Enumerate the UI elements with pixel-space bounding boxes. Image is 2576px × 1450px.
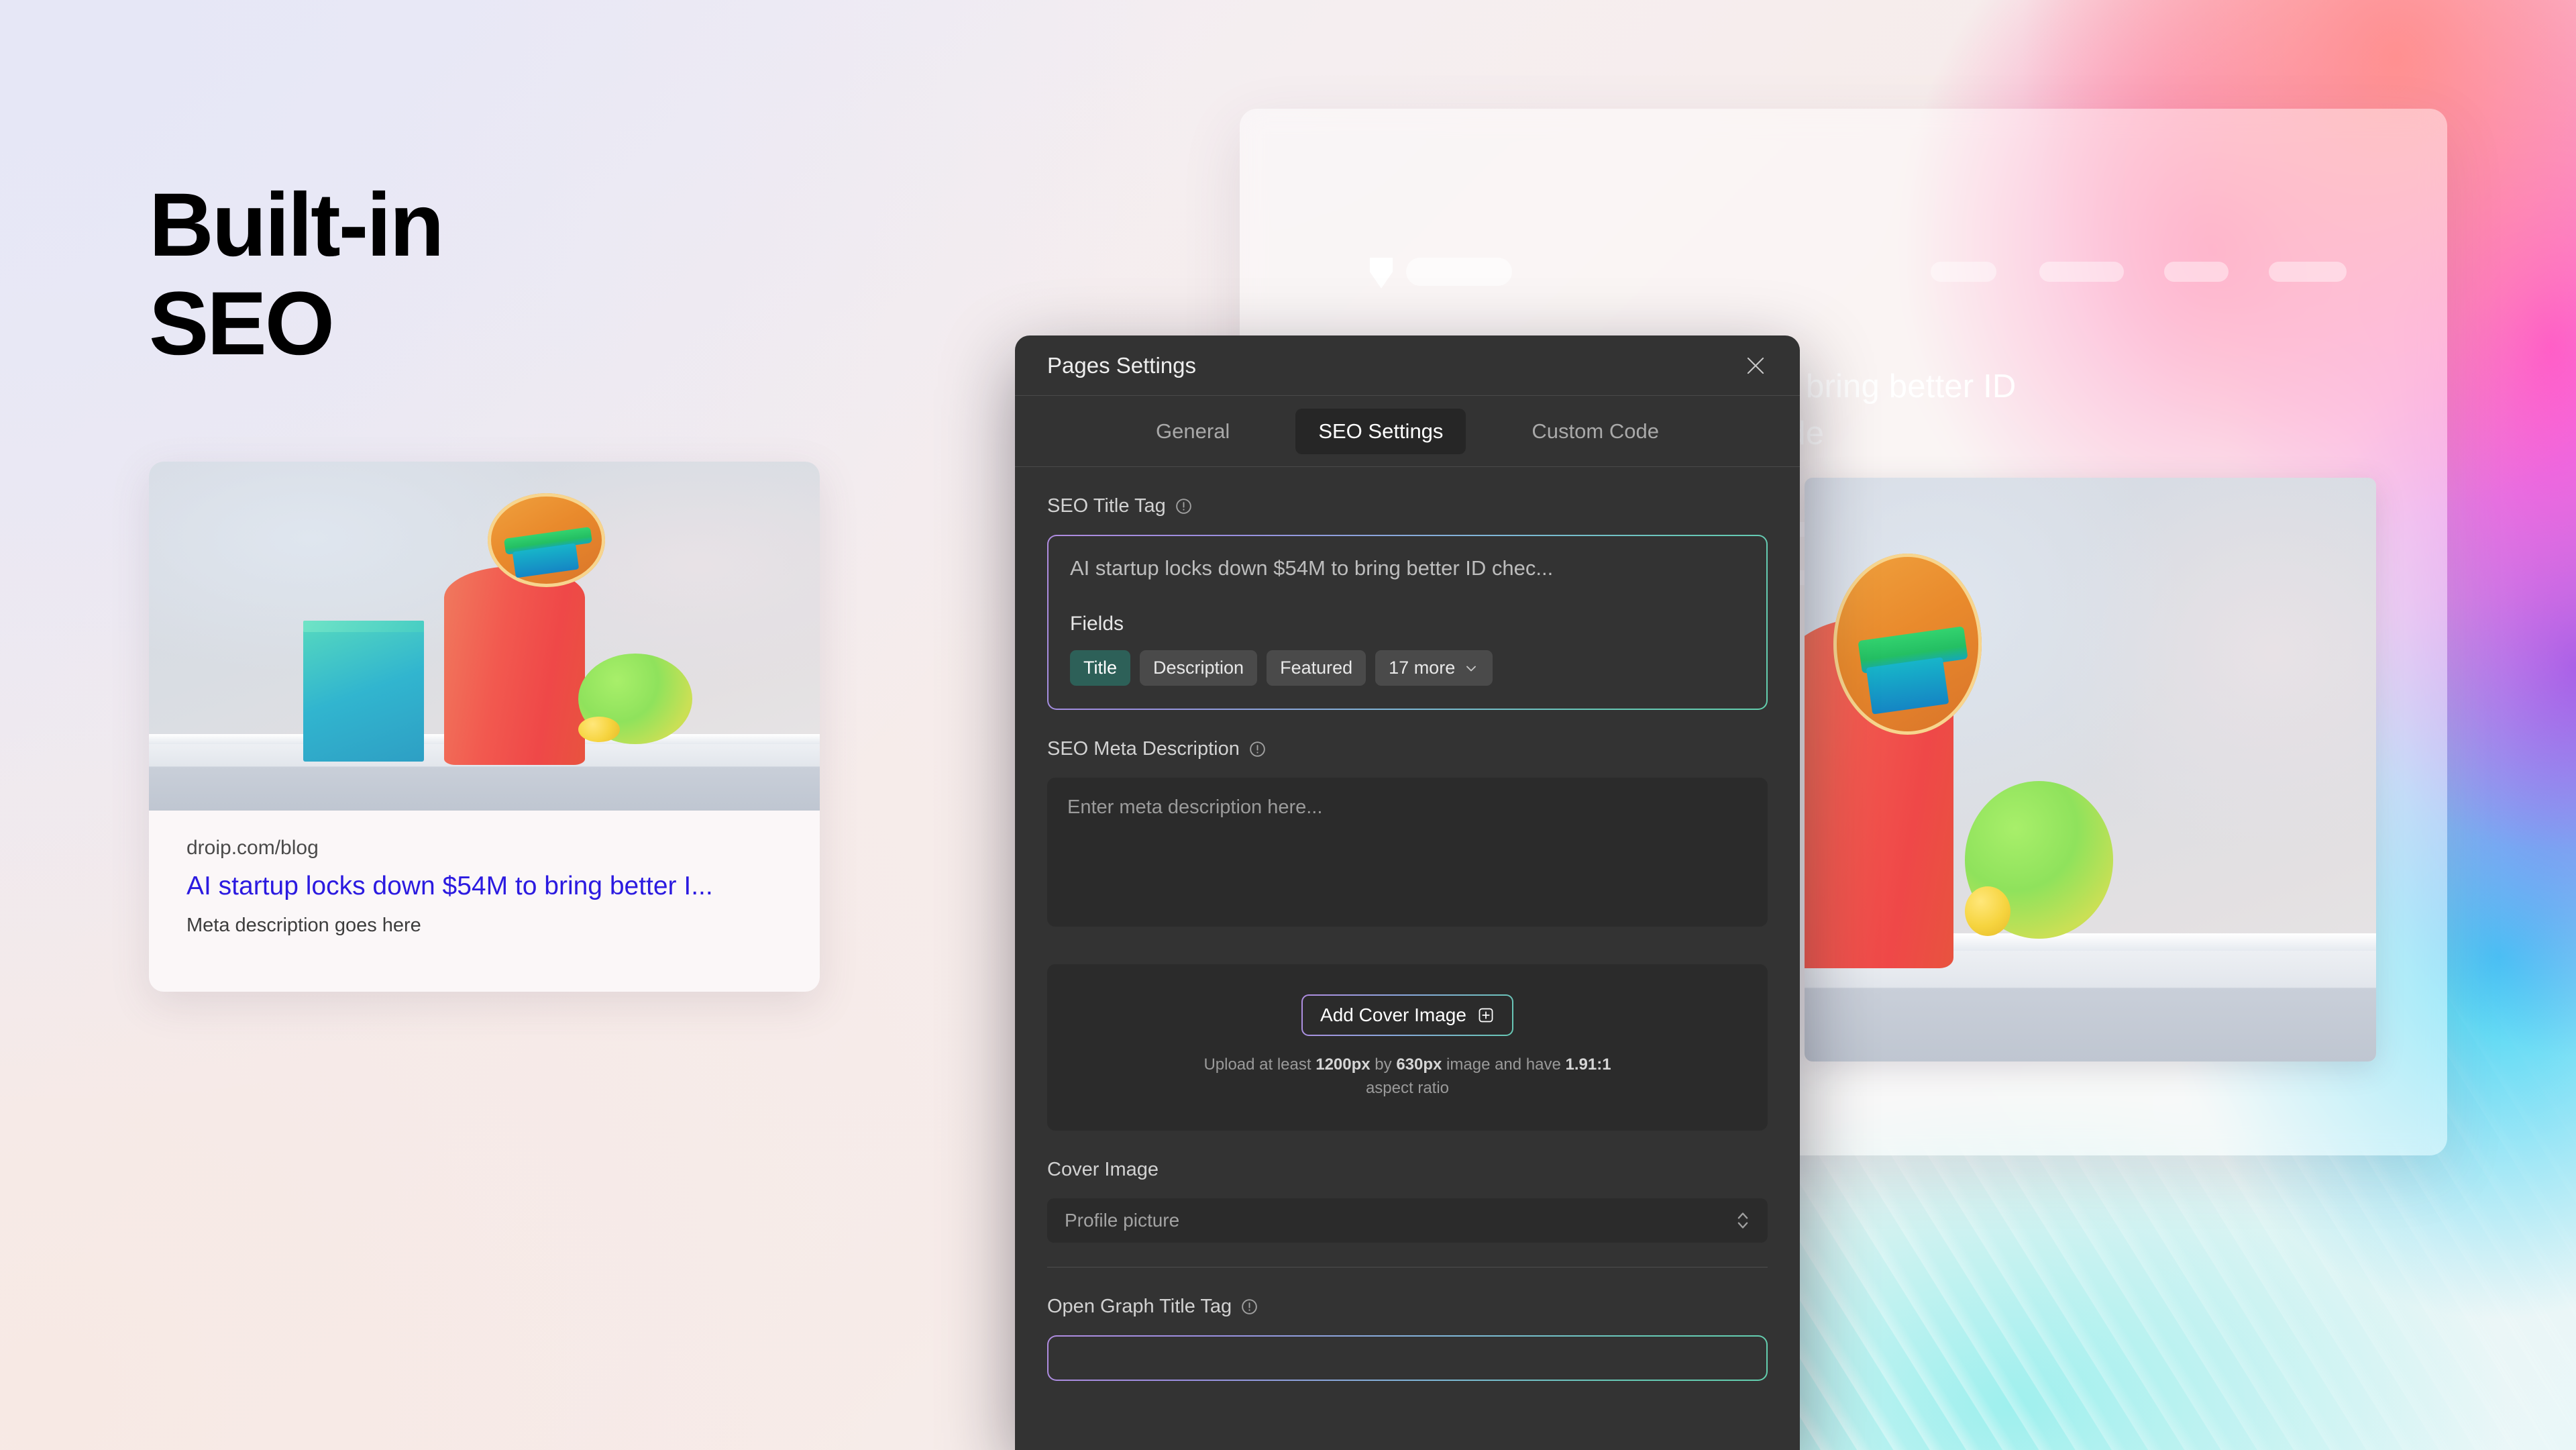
chip-description[interactable]: Description	[1140, 650, 1258, 686]
still-life-scene-large	[1805, 478, 2376, 1061]
add-cover-image-label: Add Cover Image	[1320, 1004, 1466, 1026]
cover-image-upload-zone[interactable]: Add Cover Image Upload at least 1200px b…	[1047, 964, 1768, 1131]
hero-line-1: Built-in	[149, 175, 444, 275]
scene-cylinder-mouth	[488, 493, 605, 588]
cover-image-select[interactable]: Profile picture	[1047, 1198, 1768, 1243]
site-brand-placeholder	[1406, 258, 1512, 286]
serp-title-link[interactable]: AI startup locks down $54M to bring bett…	[186, 866, 782, 907]
info-icon[interactable]	[1175, 497, 1193, 515]
seo-title-tag-label: SEO Title Tag	[1047, 495, 1166, 517]
hint-width: 1200px	[1316, 1055, 1371, 1074]
site-nav-item-2[interactable]	[2039, 262, 2124, 282]
chevron-up-down-icon	[1737, 1212, 1748, 1229]
site-nav-item-4[interactable]	[2269, 262, 2347, 282]
hint-mid: by	[1370, 1055, 1397, 1074]
tab-seo-settings[interactable]: SEO Settings	[1295, 408, 1466, 454]
open-graph-title-label-row: Open Graph Title Tag	[1047, 1296, 1768, 1318]
chip-featured-label: Featured	[1280, 658, 1353, 678]
chip-more[interactable]: 17 more	[1375, 650, 1493, 686]
cover-image-label-row: Cover Image	[1047, 1159, 1768, 1181]
cover-image-select-value: Profile picture	[1065, 1210, 1180, 1231]
chip-description-label: Description	[1153, 658, 1244, 678]
hint-suffix: aspect ratio	[1365, 1079, 1450, 1097]
page-root: AI startup locks down $54M to bring bett…	[0, 0, 2576, 1450]
serp-preview-card: droip.com/blog AI startup locks down $54…	[149, 462, 820, 992]
cover-image-label: Cover Image	[1047, 1159, 1159, 1180]
scene-yellow-ball	[578, 716, 620, 743]
hint-ratio: 1.91:1	[1565, 1055, 1611, 1074]
seo-meta-description-input[interactable]: Enter meta description here...	[1047, 778, 1768, 927]
seo-meta-description-label: SEO Meta Description	[1047, 738, 1240, 760]
modal-body: SEO Title Tag AI startup locks down $54M…	[1015, 495, 1800, 1381]
scene-yellow-ball	[1964, 886, 2010, 936]
open-graph-title-field-inner	[1049, 1337, 1766, 1380]
background-cover-photo	[1805, 478, 2376, 1061]
open-graph-title-field[interactable]	[1047, 1335, 1768, 1381]
info-icon[interactable]	[1248, 740, 1267, 758]
hint-height: 630px	[1396, 1055, 1442, 1074]
seo-meta-description-label-row: SEO Meta Description	[1047, 738, 1768, 760]
site-logo-icon	[1370, 258, 1393, 289]
hint-prefix: Upload at least	[1203, 1055, 1316, 1074]
cover-image-upload-hint: Upload at least 1200px by 630px image an…	[1193, 1053, 1622, 1100]
pages-settings-modal: Pages Settings General SEO Settings Cust…	[1015, 335, 1800, 1450]
chip-more-label: 17 more	[1389, 658, 1456, 678]
tab-custom-code[interactable]: Custom Code	[1509, 409, 1682, 454]
modal-header: Pages Settings	[1015, 335, 1800, 396]
chevron-down-icon	[1466, 666, 1477, 671]
fields-chip-list: Title Description Featured 17 more	[1070, 650, 1745, 686]
hint-mid2: image and have	[1442, 1055, 1566, 1074]
chip-featured[interactable]: Featured	[1267, 650, 1366, 686]
seo-title-tag-field[interactable]: AI startup locks down $54M to bring bett…	[1047, 535, 1768, 710]
scene-cylinder-mouth	[1833, 554, 1982, 735]
serp-preview-image	[149, 462, 820, 811]
plus-square-icon	[1479, 1008, 1493, 1023]
modal-tabs: General SEO Settings Custom Code	[1015, 396, 1800, 467]
tab-general[interactable]: General	[1133, 409, 1252, 454]
scene-teal-cube	[303, 629, 424, 762]
info-icon[interactable]	[1240, 1298, 1258, 1316]
site-nav-item-3[interactable]	[2164, 262, 2229, 282]
page-title: Built-in SEO	[149, 175, 444, 374]
add-cover-image-button[interactable]: Add Cover Image	[1301, 994, 1513, 1037]
modal-title: Pages Settings	[1047, 352, 1196, 378]
fields-label: Fields	[1070, 613, 1124, 635]
serp-preview-text: droip.com/blog AI startup locks down $54…	[149, 811, 820, 937]
seo-title-tag-label-row: SEO Title Tag	[1047, 495, 1768, 517]
still-life-scene-small	[149, 462, 820, 811]
site-nav-item-1[interactable]	[1931, 262, 1996, 282]
open-graph-title-label: Open Graph Title Tag	[1047, 1296, 1232, 1317]
serp-url: droip.com/blog	[186, 837, 319, 859]
scene-teal-cube-top	[303, 620, 424, 633]
close-icon[interactable]	[1739, 350, 1772, 382]
scene-cylinder	[444, 566, 585, 766]
serp-description: Meta description goes here	[186, 915, 421, 937]
chip-title-label: Title	[1083, 658, 1118, 678]
seo-title-tag-field-inner: AI startup locks down $54M to bring bett…	[1049, 536, 1766, 709]
add-cover-image-button-inner: Add Cover Image	[1303, 996, 1512, 1035]
seo-title-tag-value: AI startup locks down $54M to bring bett…	[1070, 556, 1554, 580]
scene-blue-tube	[1866, 657, 1949, 715]
chip-title[interactable]: Title	[1070, 650, 1131, 686]
hero-line-2: SEO	[149, 274, 335, 374]
